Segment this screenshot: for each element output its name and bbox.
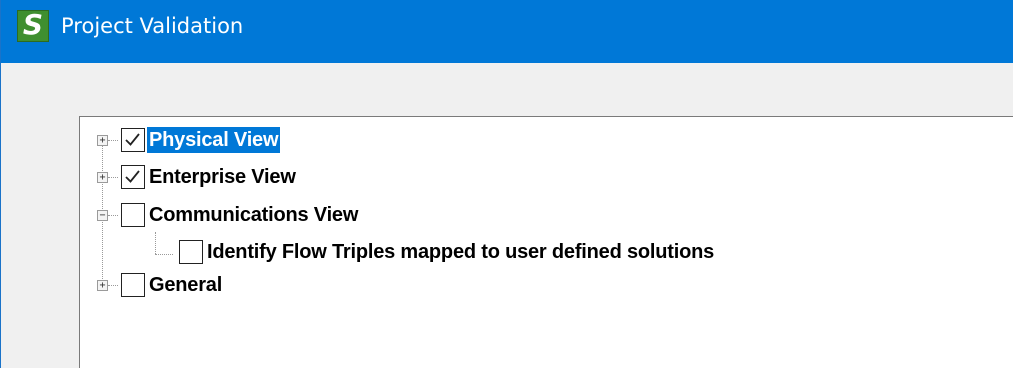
window-title: Project Validation [61, 14, 244, 38]
collapse-communications-view-icon[interactable]: − [97, 210, 108, 221]
tree-item-physical-view[interactable]: Physical View [147, 127, 281, 153]
tree-item-communications-view[interactable]: Communications View [147, 202, 360, 228]
expand-enterprise-view-icon[interactable]: + [97, 172, 108, 183]
checkbox-communications-view[interactable] [121, 203, 145, 227]
project-validation-window: S Project Validation + Physical View + E… [0, 0, 1013, 368]
expand-physical-view-icon[interactable]: + [97, 135, 108, 146]
check-icon [125, 170, 140, 183]
tree-item-general[interactable]: General [147, 272, 224, 298]
checkbox-physical-view[interactable] [121, 128, 145, 152]
tree-connector [108, 215, 118, 216]
tree-connector [108, 177, 118, 178]
tree-connector [108, 140, 118, 141]
checkbox-enterprise-view[interactable] [121, 165, 145, 189]
expand-general-icon[interactable]: + [97, 280, 108, 291]
checkbox-general[interactable] [121, 273, 145, 297]
tree-item-identify-flow-triples[interactable]: Identify Flow Triples mapped to user def… [205, 239, 716, 265]
title-bar[interactable]: S Project Validation [1, 0, 1013, 63]
checkbox-identify-flow-triples[interactable] [179, 240, 203, 264]
tree-connector-child [155, 232, 156, 254]
tree-connector [108, 285, 118, 286]
check-icon [125, 133, 140, 146]
app-s-icon: S [17, 10, 49, 42]
tree-connector [155, 254, 173, 255]
app-icon-glyph: S [22, 8, 44, 41]
validation-tree[interactable]: + Physical View + Enterprise View − Comm… [79, 116, 1013, 368]
tree-item-enterprise-view[interactable]: Enterprise View [147, 164, 298, 190]
